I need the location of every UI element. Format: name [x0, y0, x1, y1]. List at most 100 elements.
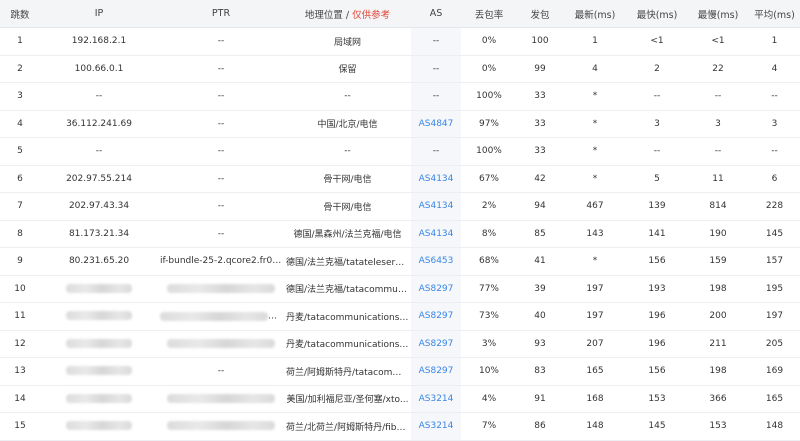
- cell-sent: 42: [517, 165, 563, 193]
- cell-sent: 86: [517, 412, 563, 441]
- cell-worst: 3: [687, 110, 749, 138]
- cell-loss: 3%: [461, 330, 517, 358]
- cell-last: 165: [563, 357, 627, 386]
- cell-geo: 骨干网/电信: [284, 192, 411, 221]
- as-link[interactable]: AS8297: [419, 366, 454, 376]
- cell-best: 196: [627, 302, 687, 331]
- table-row: 14 美国/加利福尼亚/圣何塞/xto... AS3214 4% 91 168 153 366…: [0, 385, 800, 413]
- cell-ptr: --: [158, 55, 284, 83]
- redacted-ip: [66, 283, 132, 293]
- cell-best: <1: [627, 27, 687, 56]
- cell-geo: 骨干网/电信: [284, 165, 411, 193]
- redacted-ip: [66, 421, 132, 431]
- cell-sent: 94: [517, 192, 563, 221]
- redacted-ptr: [167, 283, 275, 293]
- cell-best: 141: [627, 220, 687, 248]
- cell-best: 2: [627, 55, 687, 83]
- cell-hop: 4: [0, 110, 40, 138]
- header-sent: 发包: [517, 0, 563, 28]
- cell-loss: 7%: [461, 412, 517, 441]
- cell-best: 156: [627, 357, 687, 386]
- table-row: 6 202.97.55.214 -- 骨干网/电信 AS4134 67% 42 * 5 11 6: [0, 165, 800, 193]
- cell-last: 197: [563, 275, 627, 303]
- cell-avg: 148: [749, 412, 800, 441]
- redacted-ptr: [167, 338, 275, 348]
- redacted-ip: [66, 366, 132, 376]
- cell-last: *: [563, 137, 627, 166]
- cell-sent: 83: [517, 357, 563, 386]
- cell-ptr: --: [158, 27, 284, 56]
- cell-hop: 5: [0, 137, 40, 166]
- cell-loss: 68%: [461, 247, 517, 276]
- cell-ip: 202.97.43.34: [40, 192, 158, 221]
- as-link[interactable]: AS8297: [419, 339, 454, 349]
- cell-last: 207: [563, 330, 627, 358]
- as-link[interactable]: AS8297: [419, 311, 454, 321]
- header-geo-note: 仅供参考: [352, 9, 391, 21]
- cell-ip: 202.97.55.214: [40, 165, 158, 193]
- as-link[interactable]: AS4134: [419, 174, 454, 184]
- as-link[interactable]: AS4847: [419, 119, 454, 129]
- cell-ip: 36.112.241.69: [40, 110, 158, 138]
- cell-ptr: [158, 385, 284, 413]
- cell-loss: 10%: [461, 357, 517, 386]
- cell-worst: 211: [687, 330, 749, 358]
- cell-worst: 22: [687, 55, 749, 83]
- as-link[interactable]: AS6453: [419, 256, 454, 266]
- as-link[interactable]: AS4134: [419, 201, 454, 211]
- cell-worst: <1: [687, 27, 749, 56]
- cell-avg: 3: [749, 110, 800, 138]
- cell-last: 143: [563, 220, 627, 248]
- cell-hop: 9: [0, 247, 40, 276]
- cell-avg: 195: [749, 275, 800, 303]
- cell-hop: 15: [0, 412, 40, 441]
- table-row: 11 a...丹麦/tatacommunications.com AS8297 73%…: [0, 302, 800, 331]
- table-row: 15 荷兰/北荷兰/阿姆斯特丹/fiber... AS3214 7% 86 148 145 1…: [0, 412, 800, 441]
- as-link[interactable]: AS8297: [419, 284, 454, 294]
- cell-ip: 100.66.0.1: [40, 55, 158, 83]
- cell-worst: 200: [687, 302, 749, 331]
- cell-ip: [40, 330, 158, 358]
- table-row: 9 80.231.65.20 if-bundle-25-2.qcore2.fr0-f…: [0, 247, 800, 276]
- cell-sent: 41: [517, 247, 563, 276]
- cell-hop: 13: [0, 357, 40, 386]
- cell-loss: 100%: [461, 137, 517, 166]
- cell-avg: 145: [749, 220, 800, 248]
- cell-loss: 77%: [461, 275, 517, 303]
- cell-worst: 814: [687, 192, 749, 221]
- cell-loss: 4%: [461, 385, 517, 413]
- cell-as: --: [411, 137, 461, 166]
- cell-avg: 205: [749, 330, 800, 358]
- cell-avg: 228: [749, 192, 800, 221]
- cell-hop: 6: [0, 165, 40, 193]
- cell-ip: [40, 275, 158, 303]
- cell-loss: 100%: [461, 82, 517, 111]
- traceroute-table: 跳数 IP PTR 地理位置 / 仅供参考 AS 丢包率 发包 最新(ms) 最…: [0, 0, 800, 441]
- header-ip: IP: [40, 0, 158, 28]
- cell-as: AS8297: [411, 357, 461, 386]
- cell-ip: 192.168.2.1: [40, 27, 158, 56]
- as-link[interactable]: AS3214: [419, 421, 454, 431]
- cell-sent: 33: [517, 110, 563, 138]
- cell-ip: 80.231.65.20: [40, 247, 158, 276]
- table-row: 8 81.173.21.34 -- 德国/黑森州/法兰克福/电信 AS4134 8% 85 1…: [0, 220, 800, 248]
- cell-sent: 39: [517, 275, 563, 303]
- cell-sent: 33: [517, 82, 563, 111]
- table-row: 13 -- 荷兰/阿姆斯特丹/tatacommun... AS8297 10% 83 165…: [0, 357, 800, 386]
- cell-best: --: [627, 137, 687, 166]
- cell-last: 4: [563, 55, 627, 83]
- cell-as: --: [411, 55, 461, 83]
- cell-geo: 荷兰/北荷兰/阿姆斯特丹/fiber...: [284, 412, 411, 441]
- cell-best: --: [627, 82, 687, 111]
- as-link[interactable]: AS3214: [419, 394, 454, 404]
- header-geo-label: 地理位置 /: [304, 9, 353, 21]
- cell-best: 3: [627, 110, 687, 138]
- cell-hop: 1: [0, 27, 40, 56]
- table-row: 4 36.112.241.69 -- 中国/北京/电信 AS4847 97% 33 * 3 3 3: [0, 110, 800, 138]
- cell-as: AS4847: [411, 110, 461, 138]
- cell-ip: [40, 412, 158, 441]
- redacted-ptr: [167, 421, 275, 431]
- as-link[interactable]: AS4134: [419, 229, 454, 239]
- cell-geo: 德国/黑森州/法兰克福/电信: [284, 220, 411, 248]
- cell-ptr: --: [158, 165, 284, 193]
